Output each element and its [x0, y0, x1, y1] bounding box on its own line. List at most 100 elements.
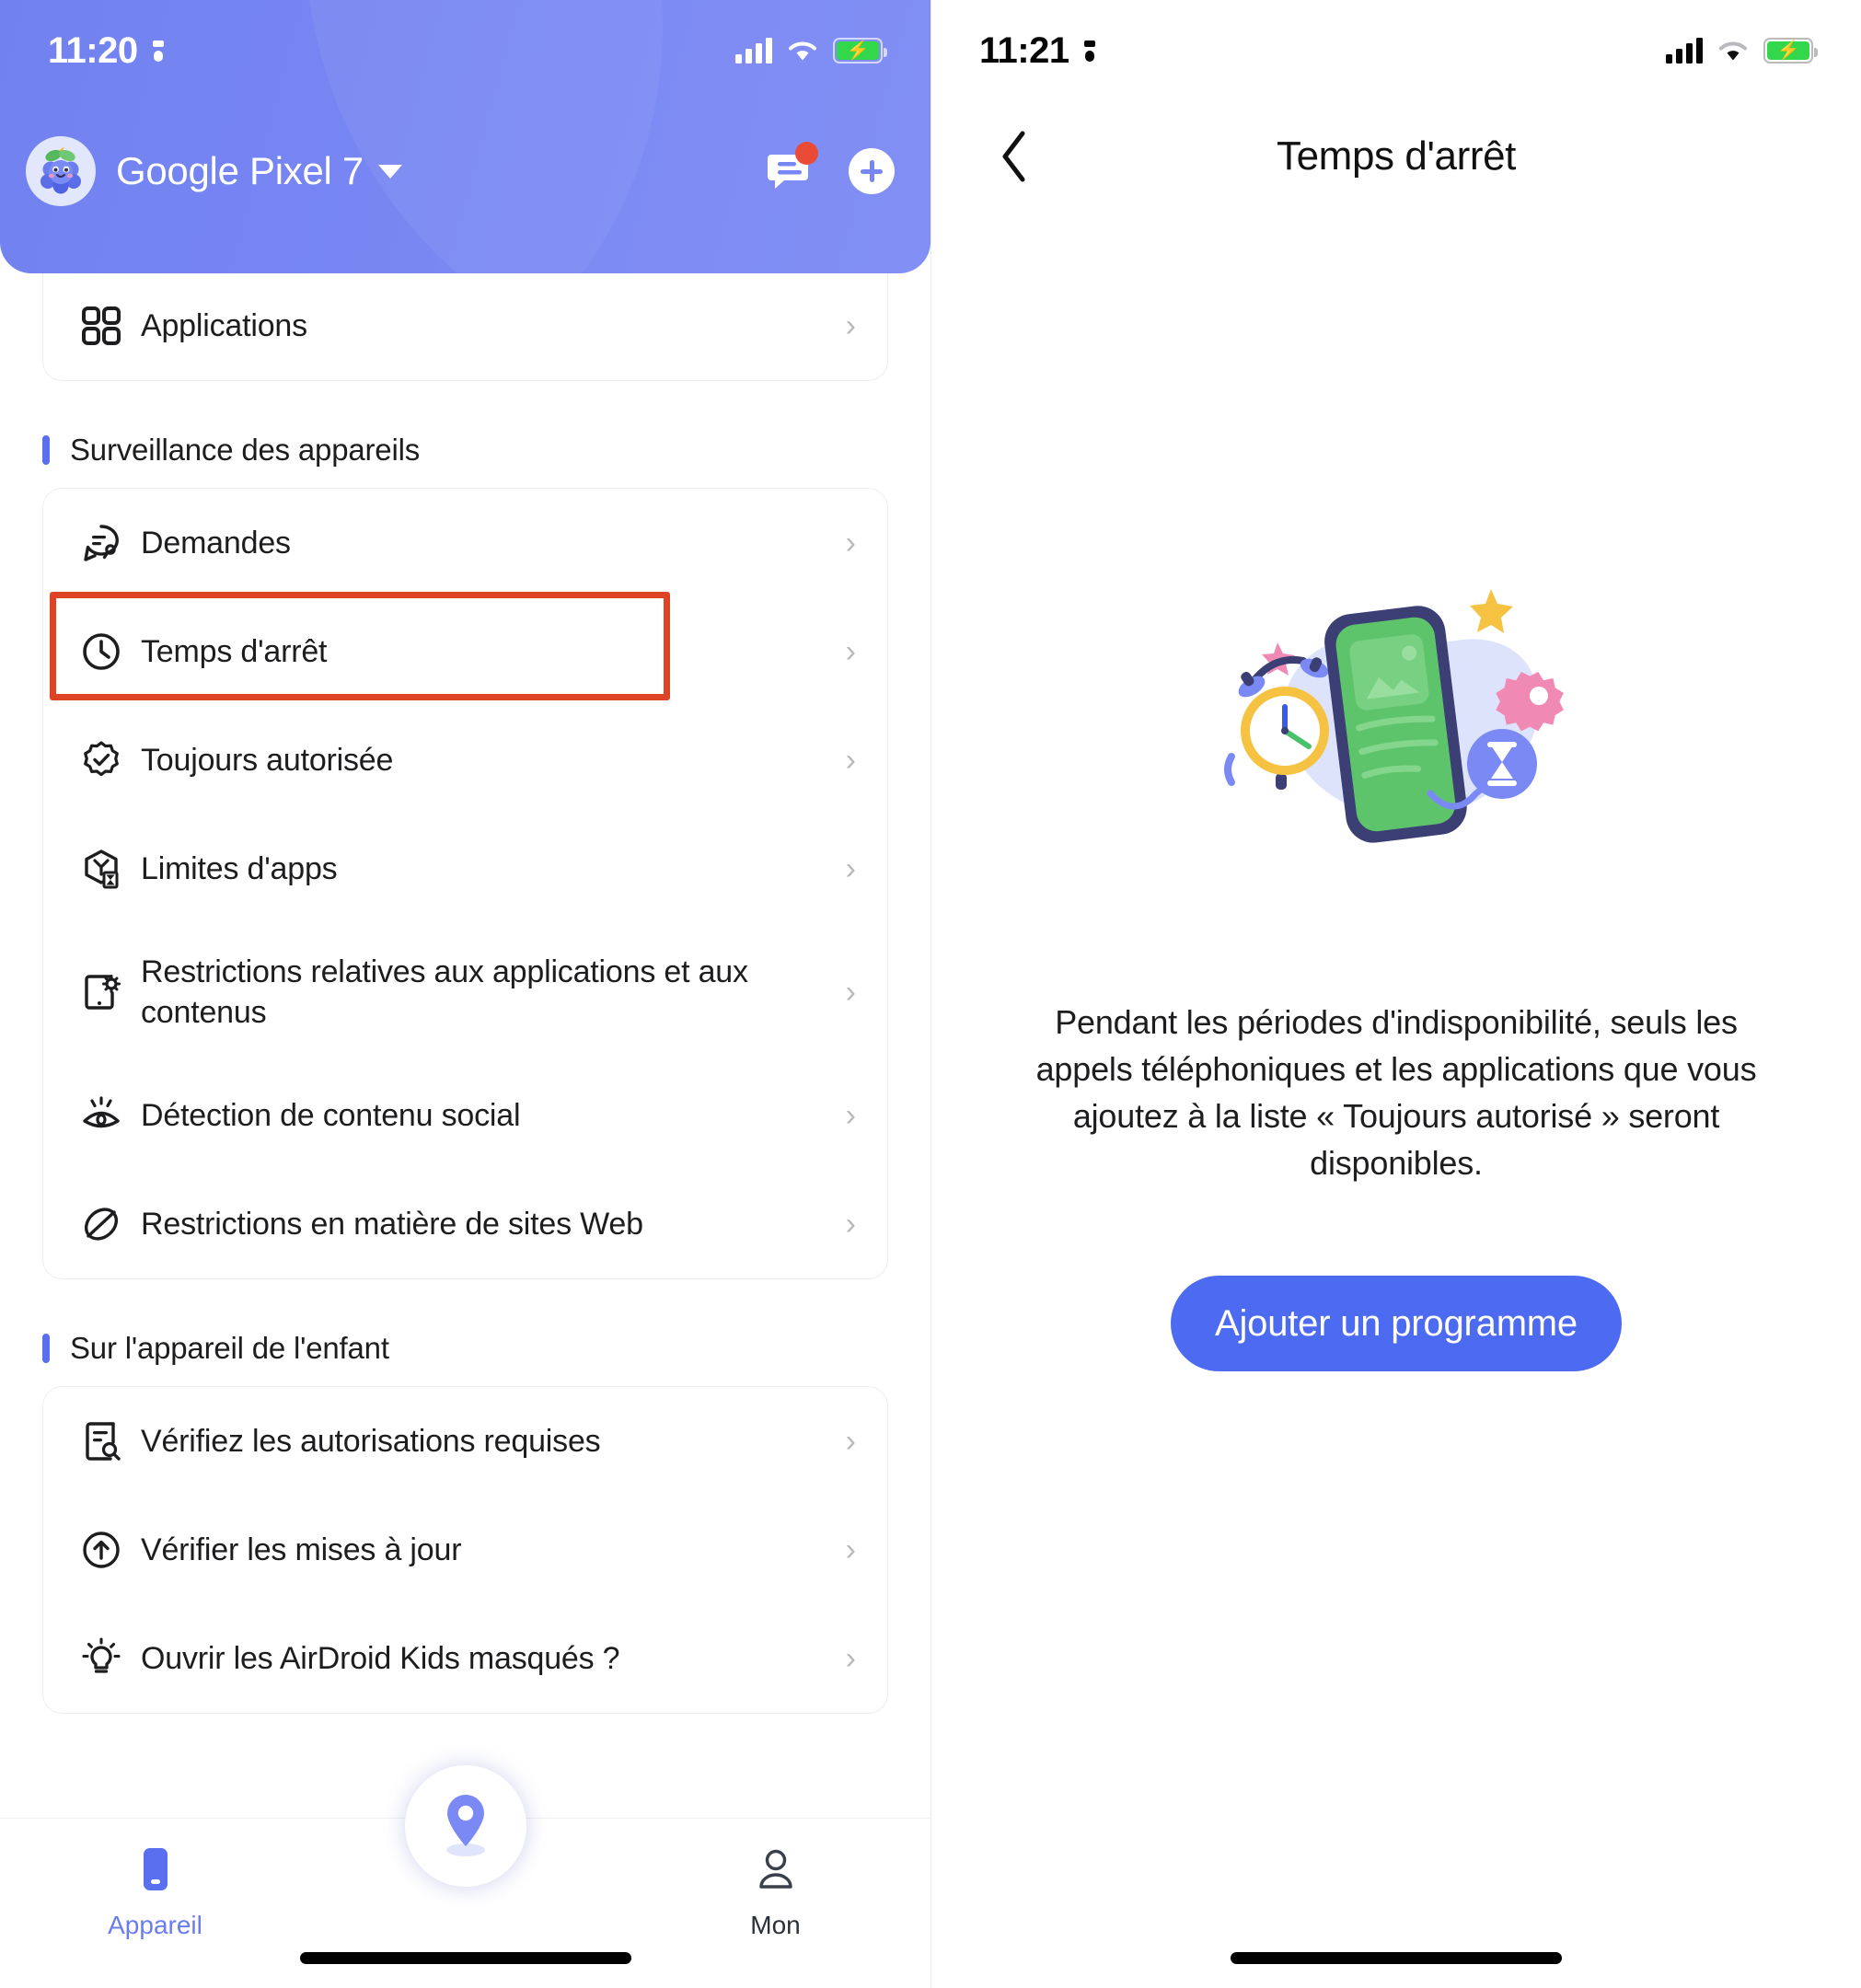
battery-charging-icon: ⚡ [833, 38, 887, 64]
left-header-banner: 11:20 ⚡ Google Pixel 7 [0, 0, 930, 273]
add-device-button[interactable] [846, 145, 897, 197]
chevron-left-icon [1002, 131, 1025, 182]
list-item-demandes[interactable]: Demandes › [43, 489, 887, 597]
person-icon [758, 1849, 792, 1889]
list-item-label: Vérifier les mises à jour [141, 1531, 462, 1567]
status-indicators: ⚡ [1666, 38, 1818, 64]
chevron-right-icon: › [845, 1207, 856, 1242]
device-monitoring-card: Demandes › Temps d'arrêt › Toujours auto… [42, 488, 888, 1279]
right-phone-screen: 11:21 ⚡ Temps d'arrêt Pendant les périod… [930, 0, 1861, 1988]
chevron-right-icon: › [845, 634, 856, 669]
list-item-toujours-autorisee[interactable]: Toujours autorisée › [43, 706, 887, 815]
list-item-label: Limites d'apps [141, 850, 338, 886]
device-name: Google Pixel 7 [116, 149, 364, 192]
list-item-verifier-mises-a-jour[interactable]: Vérifier les mises à jour › [43, 1496, 887, 1604]
chevron-right-icon: › [845, 975, 856, 1010]
list-item-verifiez-autorisations[interactable]: Vérifiez les autorisations requises › [43, 1387, 887, 1496]
tab-label: Appareil [108, 1911, 202, 1939]
downtime-description: Pendant les périodes d'indisponibilité, … [1035, 1003, 1757, 1183]
sim-card-icon [149, 36, 168, 65]
list-item-label: Détection de contenu social [141, 1097, 521, 1133]
chevron-right-icon: › [845, 1641, 856, 1676]
globe-blocked-icon [73, 1203, 130, 1245]
status-time-group: 11:20 [48, 30, 168, 72]
list-item-label: Restrictions en matière de sites Web [141, 1206, 643, 1242]
device-icon [143, 1848, 168, 1890]
left-status-bar: 11:20 ⚡ [0, 0, 930, 101]
plus-icon [849, 148, 895, 194]
chevron-right-icon: › [845, 308, 856, 343]
badge-check-icon [73, 739, 130, 781]
status-indicators: ⚡ [735, 38, 887, 64]
section-header-child-device: Sur l'appareil de l'enfant [42, 1331, 888, 1366]
location-pin-icon [445, 1795, 485, 1856]
requests-icon [73, 522, 130, 564]
chevron-down-icon[interactable] [377, 164, 402, 179]
tab-appareil[interactable]: Appareil [0, 1819, 310, 1940]
document-search-icon [73, 1420, 130, 1462]
section-title-text: Sur l'appareil de l'enfant [70, 1331, 389, 1365]
list-item-restrictions-applications-contenus[interactable]: Restrictions relatives aux applications … [43, 923, 887, 1061]
section-header-device-monitoring: Surveillance des appareils [42, 433, 888, 468]
chevron-right-icon: › [845, 851, 856, 886]
list-item-label: Temps d'arrêt [141, 633, 328, 669]
section-accent-bar [42, 1334, 50, 1363]
lightbulb-icon [73, 1637, 130, 1680]
battery-charging-icon: ⚡ [1763, 38, 1818, 64]
downtime-phone-clock-hourglass-illustration [1224, 589, 1564, 843]
status-time: 11:20 [48, 29, 138, 71]
list-item-label: Restrictions relatives aux applications … [141, 954, 748, 1030]
list-item-label: Vérifiez les autorisations requises [141, 1423, 601, 1459]
child-avatar-blueberry[interactable] [26, 136, 96, 206]
list-item-restrictions-sites-web[interactable]: Restrictions en matière de sites Web › [43, 1170, 887, 1278]
phone-settings-icon [73, 971, 130, 1013]
message-icon[interactable] [765, 142, 818, 197]
left-scroll-content[interactable]: Applications › Surveillance des appareil… [0, 272, 930, 1988]
list-item-ouvrir-airdroid-kids-masques[interactable]: Ouvrir les AirDroid Kids masqués ? › [43, 1604, 887, 1713]
chevron-right-icon: › [845, 1532, 856, 1567]
app-limits-icon [73, 848, 130, 890]
left-phone-screen: 11:20 ⚡ Google Pixel 7 Applications › Su… [0, 0, 930, 1988]
home-indicator [299, 1952, 631, 1964]
wifi-icon [789, 41, 816, 61]
cellular-signal-icon [1666, 38, 1703, 64]
list-item-detection-contenu-social[interactable]: Détection de contenu social › [43, 1061, 887, 1170]
chevron-right-icon: › [845, 526, 856, 561]
chevron-right-icon: › [845, 743, 856, 778]
cellular-signal-icon [735, 38, 772, 64]
chevron-right-icon: › [845, 1098, 856, 1133]
sim-card-icon [1081, 36, 1099, 65]
right-nav-bar: Temps d'arrêt [931, 101, 1861, 212]
clock-icon [73, 630, 130, 673]
tab-label: Mon [750, 1911, 801, 1939]
section-title-text: Surveillance des appareils [70, 433, 421, 467]
list-item-label: Demandes [141, 525, 291, 561]
page-title: Temps d'arrêt [1277, 133, 1516, 179]
tab-mon[interactable]: Mon [620, 1819, 930, 1940]
status-time: 11:21 [979, 29, 1069, 71]
dual-screenshot: 11:20 ⚡ Google Pixel 7 Applications › Su… [0, 0, 1861, 1988]
eye-icon [73, 1094, 130, 1137]
back-button[interactable] [985, 126, 1046, 187]
list-item-applications[interactable]: Applications › [43, 272, 887, 380]
section-accent-bar [42, 435, 50, 465]
location-fab-button[interactable] [404, 1765, 526, 1887]
list-item-temps-d-arret[interactable]: Temps d'arrêt › [43, 597, 887, 706]
wifi-icon [1719, 41, 1747, 61]
apps-grid-icon [73, 305, 130, 347]
list-item-label: Applications [141, 307, 307, 343]
home-indicator [1231, 1952, 1562, 1964]
apps-card: Applications › [42, 272, 888, 381]
downtime-illustration [931, 552, 1861, 920]
child-device-card: Vérifiez les autorisations requises › Vé… [42, 1386, 888, 1714]
right-status-bar: 11:21 ⚡ [931, 0, 1861, 101]
status-time-group: 11:21 [979, 30, 1099, 72]
arrow-up-circle-icon [73, 1529, 130, 1571]
add-schedule-button[interactable]: Ajouter un programme [1171, 1276, 1622, 1371]
list-item-limites-d-apps[interactable]: Limites d'apps › [43, 815, 887, 923]
list-item-label: Toujours autorisée [141, 742, 394, 778]
chevron-right-icon: › [845, 1424, 856, 1459]
device-selector-row[interactable]: Google Pixel 7 [26, 136, 897, 206]
list-item-label: Ouvrir les AirDroid Kids masqués ? [141, 1640, 620, 1676]
unread-badge [795, 142, 818, 165]
